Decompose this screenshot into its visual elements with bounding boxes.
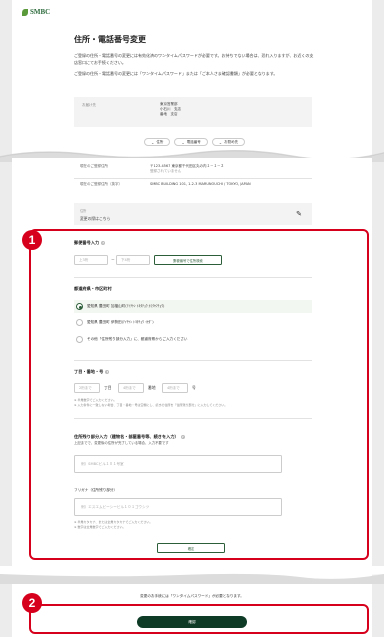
current-address-box: お届け先 東京営業部 小石川 支店 番地 支店 xyxy=(74,97,312,127)
anchor-address-button[interactable]: ⌄ 住所 xyxy=(144,138,171,146)
divider xyxy=(74,360,312,361)
page-title: 住所・電話番号変更 xyxy=(74,35,146,44)
anchor-nav: ⌄ 住所 ⌄ 電話番号 ⌄ お勤め先 xyxy=(144,138,246,146)
chevron-down-icon: ⌄ xyxy=(181,139,185,145)
remaining-address-input[interactable]: 例）SMBCビル１０１号室 xyxy=(74,455,282,473)
prefecture-label: 都道府県・市区町村 xyxy=(74,286,112,291)
chome-suffix: 丁目 xyxy=(104,385,112,390)
chome-label: 丁目・番地・号 ? xyxy=(74,369,110,374)
chome-note-2: ※ 入力条件に一致しない場合、丁目・番地・号は空欄にし、続きの住所を「住所残り部… xyxy=(74,403,228,407)
chevron-down-icon: ⌄ xyxy=(218,139,223,145)
divider xyxy=(74,277,312,278)
remaining-help: 上記までで、変更後の住所が完了している場合、入力不要です xyxy=(74,441,169,445)
radio-icon xyxy=(76,319,83,326)
detail-row-address: 現在のご登録住所 〒123-4567 東京都千代田区丸の内１－１－２ 登録されて… xyxy=(80,164,224,173)
divider xyxy=(74,178,312,179)
anchor-employer-button[interactable]: ⌄ お勤め先 xyxy=(211,138,246,146)
furigana-note-2: ※ 数字は全角数字でご入力ください。 xyxy=(74,525,126,529)
question-icon: ? xyxy=(180,435,185,439)
furigana-input[interactable]: 例）エスエムビーシービル１０１ゴウシツ xyxy=(74,498,282,516)
prefecture-option-other[interactable]: その他「住所残り部分入力」に、都道府県からご入力ください xyxy=(74,333,312,346)
radio-selected-icon xyxy=(76,303,83,310)
postal-search-button[interactable]: 郵便番号で住所検索 xyxy=(154,255,222,265)
postal-separator: － xyxy=(111,257,115,262)
prefecture-option-1[interactable]: 愛知県 豊田町 加福山町(ｱｲﾁｹﾝ ﾄﾖﾀﾁｮｳ ｶﾌｸﾔﾏﾁｮｳ) xyxy=(74,300,312,313)
banchi-input[interactable]: 4桁まで xyxy=(118,383,144,393)
smbc-leaf-icon xyxy=(22,8,28,16)
postal-code-part2-input[interactable]: 下4桁 xyxy=(116,255,150,265)
current-address-label: お届け先 xyxy=(82,103,96,107)
otp-required-note: 変更のお手続には「ワンタイムパスワード」が必要となります。 xyxy=(140,594,244,598)
torn-edge-top xyxy=(0,149,384,162)
chome-input[interactable]: 2桁まで xyxy=(74,383,100,393)
go-suffix: 号 xyxy=(192,385,196,390)
postal-label: 郵便番号入力 ? xyxy=(74,240,106,245)
banchi-suffix: 番地 xyxy=(148,385,156,390)
postal-code-part1-input[interactable]: 上3桁 xyxy=(74,255,108,265)
notice-box[interactable]: 住所 変更の際はこちら ✎ xyxy=(74,203,312,225)
question-icon: ? xyxy=(105,370,110,374)
intro-paragraph-2: ご登録の住所・電話番号の変更には「ワンタイムパスワード」または「ご本人さま確認書… xyxy=(74,71,278,76)
step-badge-2: 2 xyxy=(22,593,42,613)
step-badge-1: 1 xyxy=(22,230,42,250)
logo-text: SMBC xyxy=(30,8,51,16)
current-address-value: 東京営業部 小石川 支店 番地 支店 xyxy=(160,102,181,116)
question-icon: ? xyxy=(101,241,106,245)
anchor-phone-button[interactable]: ⌄ 電話番号 xyxy=(174,138,208,146)
pencil-icon: ✎ xyxy=(296,210,302,218)
divider xyxy=(74,418,312,419)
page: SMBC 住所・電話番号変更 ご登録の住所・電話番号の変更には有効化済のワンタイ… xyxy=(0,0,384,637)
remaining-label: 住所残り部分入力（建物名・部屋番号等、続きを入力） ? xyxy=(74,434,185,439)
chevron-down-icon: ⌄ xyxy=(151,139,155,145)
chome-note-1: ※ 半角数字でご入力ください。 xyxy=(74,398,117,402)
logo: SMBC xyxy=(22,8,50,16)
confirm-button[interactable]: 確認 xyxy=(137,616,247,628)
furigana-note-1: ※ 半角カタカナ、または全角カタカナでご入力ください。 xyxy=(74,520,153,524)
go-input[interactable]: 4桁まで xyxy=(162,383,188,393)
radio-icon xyxy=(76,336,83,343)
torn-edge-bottom xyxy=(0,566,384,584)
intro-paragraph-1: ご登録の住所・電話番号の変更には有効化済のワンタイムパスワードが必要です。お持ち… xyxy=(74,53,314,65)
furigana-label: フリガナ（住所残り部分） xyxy=(74,488,118,492)
detail-row-address-en: 現在のご登録住所（英字） SMBC BUILDING 101, 1-2-3 MA… xyxy=(80,182,251,186)
prefecture-option-2[interactable]: 愛知県 豊田町 伊勢田(ｱｲﾁｹﾝ ﾄﾖﾀﾁｮｳ ｲｾﾀﾞ) xyxy=(74,316,312,329)
confirm-button-small[interactable]: 確定 xyxy=(157,543,225,553)
